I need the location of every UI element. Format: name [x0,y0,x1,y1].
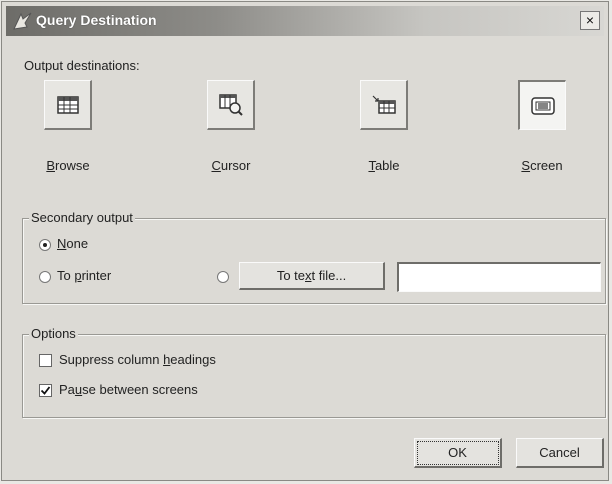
none-label[interactable]: None [57,236,88,251]
radio-selected-dot [43,243,47,247]
cancel-button[interactable]: Cancel [516,438,604,468]
title-bar[interactable]: Query Destination × [6,6,604,36]
options-group: Options Suppress column headings Pause b… [22,326,606,418]
options-title: Options [29,326,78,341]
to-printer-radio[interactable] [39,271,51,283]
table-icon [372,95,396,114]
none-radio[interactable] [39,239,51,251]
browse-icon [56,95,79,114]
close-icon: × [585,12,595,28]
suppress-headings-label[interactable]: Suppress column headings [59,352,216,367]
secondary-output-title: Secondary output [29,210,135,225]
browse-button[interactable] [44,80,92,130]
screen-button[interactable] [518,80,566,130]
to-text-file-button[interactable]: To text file... [239,262,385,290]
app-icon [13,12,32,30]
to-text-file-radio[interactable] [217,271,229,283]
text-file-path-field[interactable] [397,262,601,292]
to-printer-label[interactable]: To printer [57,268,111,283]
suppress-headings-checkbox[interactable] [39,354,52,367]
table-button[interactable] [360,80,408,130]
cursor-icon [218,93,243,116]
close-button[interactable]: × [580,11,600,30]
screen-icon [530,96,555,115]
window-title: Query Destination [36,12,157,28]
secondary-output-group: Secondary output None To printer To text… [22,210,606,304]
checkmark-icon [40,386,51,395]
table-label: Table [368,158,400,173]
screen-label: Screen [521,158,563,173]
pause-between-screens-checkbox[interactable] [39,384,52,397]
cursor-button[interactable] [207,80,255,130]
ok-button[interactable]: OK [414,438,502,468]
query-destination-dialog: Query Destination × Output destinations:… [1,1,609,481]
pause-between-screens-label[interactable]: Pause between screens [59,382,198,397]
browse-label: Browse [46,158,90,173]
output-destinations-label: Output destinations: [24,58,140,73]
cursor-label: Cursor [211,158,251,173]
